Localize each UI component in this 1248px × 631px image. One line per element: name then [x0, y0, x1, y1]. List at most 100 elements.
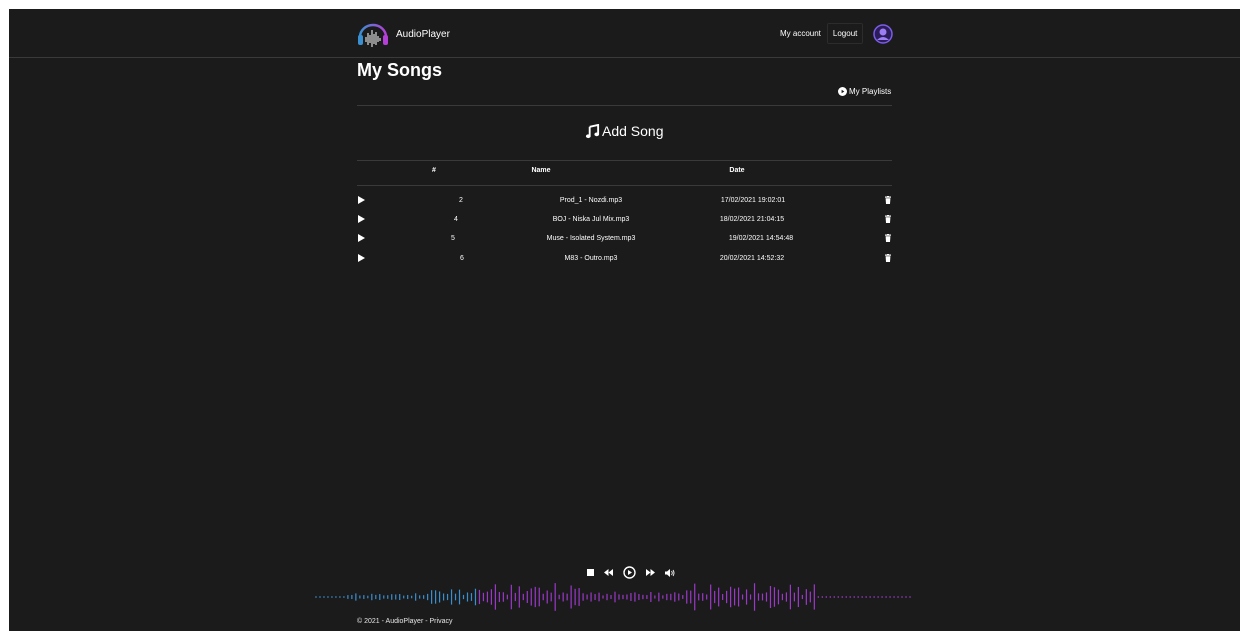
song-name: BOJ - Niska Jul Mix.mp3 — [552, 216, 630, 223]
waveform-bar — [757, 593, 760, 601]
waveform-bar — [363, 595, 365, 599]
waveform-bar — [510, 584, 512, 610]
waveform-bar — [606, 593, 608, 601]
waveform-bar — [694, 583, 696, 611]
play-circle-icon — [838, 87, 847, 96]
footer-privacy-link[interactable]: Privacy — [430, 618, 453, 625]
waveform-bar — [849, 596, 851, 598]
add-song-label: Add Song — [602, 123, 664, 139]
waveform-bar — [522, 593, 524, 601]
play-circle-icon[interactable] — [623, 566, 636, 579]
waveform-bar — [438, 591, 441, 603]
waveform-bar — [538, 587, 540, 607]
waveform-bar — [741, 594, 744, 600]
divider — [357, 105, 892, 106]
waveform-bar — [327, 596, 329, 598]
waveform-bar — [542, 593, 544, 601]
waveform-bar — [670, 593, 672, 601]
waveform-bar — [833, 596, 835, 598]
fast-forward-icon[interactable] — [646, 569, 655, 576]
waveform-bar — [442, 593, 445, 601]
my-playlists-link[interactable]: My Playlists — [838, 87, 891, 96]
waveform-bar — [690, 590, 692, 604]
play-icon[interactable] — [358, 254, 365, 262]
waveform-bar — [395, 594, 397, 600]
waveform-bar — [411, 595, 413, 599]
song-name: M83 - Outro.mp3 — [564, 255, 618, 262]
waveform-bar — [407, 594, 409, 600]
song-date: 19/02/2021 14:54:48 — [728, 235, 794, 242]
waveform-bar — [873, 596, 875, 598]
play-icon[interactable] — [358, 234, 365, 242]
waveform-bar — [845, 596, 847, 598]
waveform-bar — [658, 592, 660, 602]
play-icon[interactable] — [358, 196, 365, 204]
waveform-bar — [526, 591, 528, 603]
waveform-bar — [749, 594, 752, 600]
waveform-bar — [387, 595, 389, 599]
waveform-bar — [642, 594, 644, 600]
waveform-bar — [761, 593, 764, 601]
waveform-bar — [809, 591, 811, 603]
volume-icon[interactable] — [665, 568, 675, 577]
waveform-bar — [506, 594, 508, 600]
waveform-bar — [765, 592, 768, 602]
play-icon[interactable] — [358, 215, 365, 223]
waveform-bar — [654, 595, 656, 599]
waveform-bar — [865, 596, 867, 598]
avatar-icon[interactable] — [873, 23, 894, 44]
waveform-bar — [789, 584, 792, 610]
waveform-bar — [530, 588, 532, 606]
waveform-bar — [666, 593, 668, 601]
song-date: 17/02/2021 19:02:01 — [720, 197, 786, 204]
waveform-bar — [769, 585, 772, 609]
footer-app-link[interactable]: AudioPlayer — [386, 618, 424, 625]
trash-icon[interactable] — [885, 196, 891, 204]
waveform-bar — [753, 583, 756, 611]
waveform-visualizer[interactable] — [314, 583, 912, 611]
waveform-bar — [594, 594, 596, 600]
rewind-icon[interactable] — [604, 569, 613, 576]
my-account-link[interactable]: My account — [776, 24, 825, 43]
navbar: AudioPlayer My account Logout — [9, 9, 1240, 58]
waveform-bar — [626, 594, 628, 600]
brand-link[interactable]: AudioPlayer — [356, 20, 450, 48]
trash-icon[interactable] — [885, 254, 891, 262]
waveform-bar — [546, 590, 548, 604]
waveform-bar — [578, 588, 580, 606]
waveform-bar — [733, 588, 736, 606]
waveform-bar — [490, 589, 493, 605]
waveform-bar — [853, 596, 855, 598]
column-header-number: # — [432, 167, 436, 174]
waveform-bar — [602, 595, 604, 599]
column-header-date: Date — [729, 167, 745, 174]
song-date: 18/02/2021 21:04:15 — [719, 216, 785, 223]
waveform-bar — [901, 596, 903, 598]
music-note-icon — [585, 123, 600, 138]
trash-icon[interactable] — [885, 234, 891, 242]
waveform-bar — [881, 596, 883, 598]
waveform-bar — [574, 588, 576, 606]
waveform-bar — [474, 588, 477, 606]
waveform-bar — [323, 596, 325, 598]
stop-icon[interactable] — [587, 569, 594, 576]
waveform-bar — [801, 594, 803, 600]
waveform-bar — [482, 592, 485, 602]
add-song-button[interactable]: Add Song — [585, 123, 664, 139]
divider — [357, 160, 892, 161]
waveform-bar — [502, 592, 504, 602]
logout-button[interactable]: Logout — [826, 23, 864, 44]
song-number: 2 — [459, 197, 463, 204]
waveform-bar — [486, 591, 489, 603]
waveform-bar — [431, 590, 433, 604]
footer-copyright: © 2021 — [357, 618, 380, 625]
waveform-bar — [714, 590, 716, 604]
trash-icon[interactable] — [885, 215, 891, 223]
song-date: 20/02/2021 14:52:32 — [719, 255, 785, 262]
waveform-bar — [702, 593, 704, 601]
waveform-bar — [351, 594, 353, 600]
waveform-bar — [877, 596, 879, 598]
waveform-bar — [678, 593, 680, 601]
waveform-bar — [726, 590, 728, 604]
waveform-bar — [722, 594, 724, 600]
